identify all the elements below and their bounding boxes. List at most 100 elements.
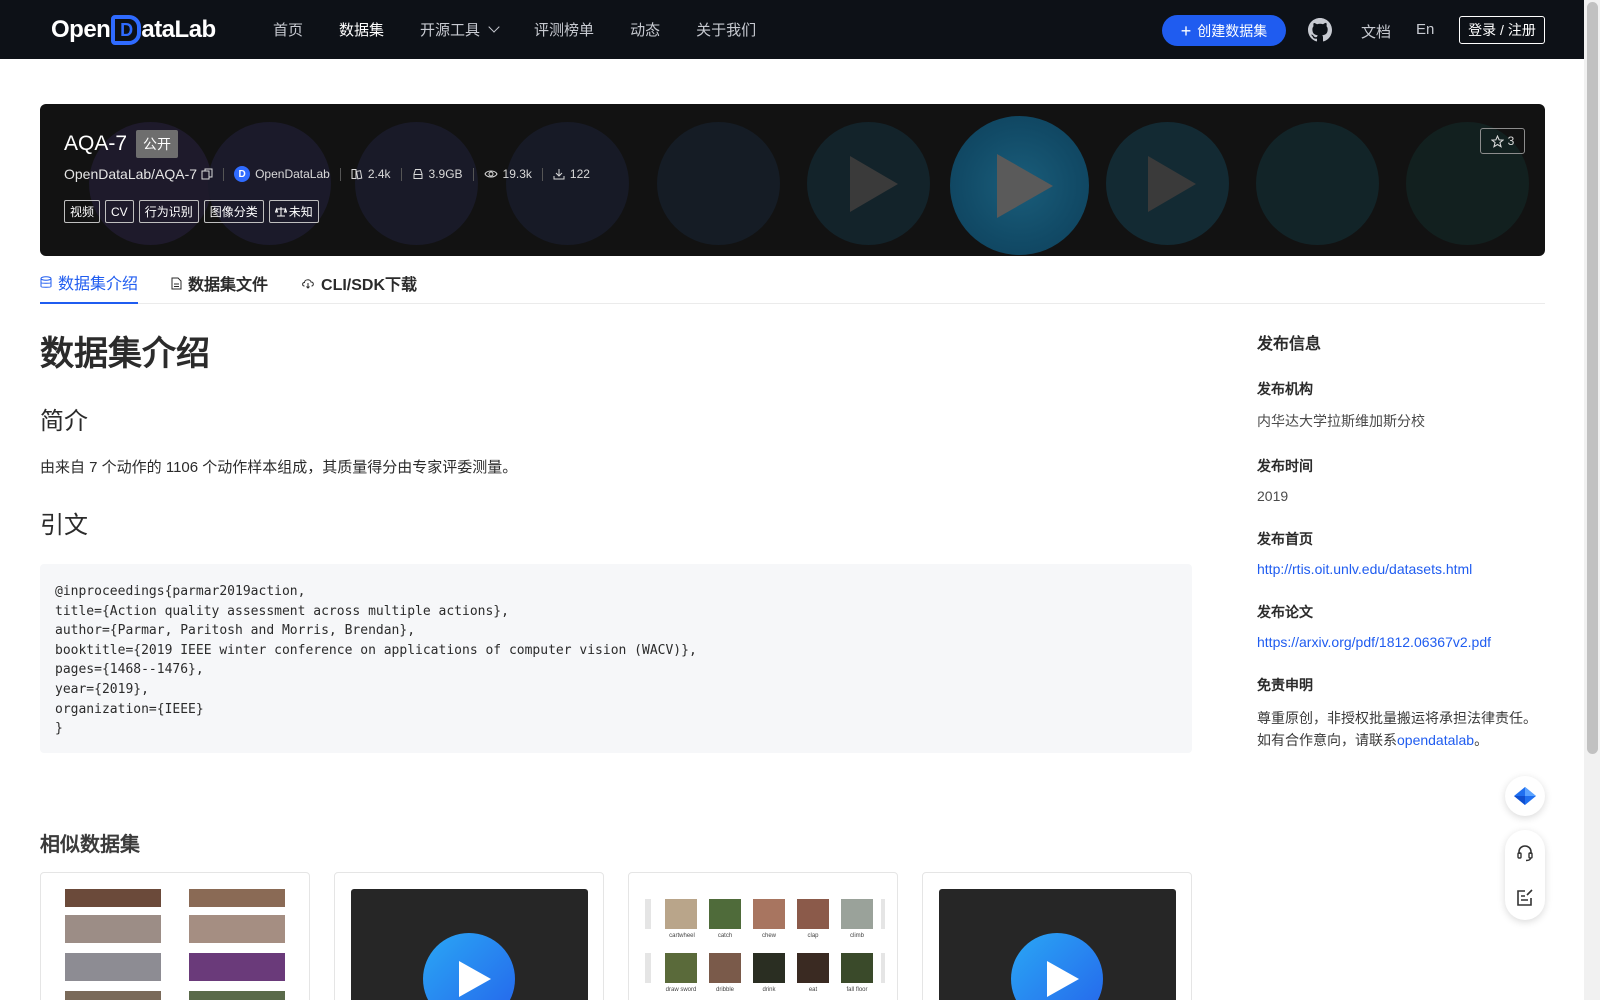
dataset-meta-row: OpenDataLab/AQA-7 D OpenDataLab 2.4k 3.9…	[64, 166, 590, 182]
similar-dataset-card[interactable]	[922, 872, 1192, 1000]
visibility-badge: 公开	[136, 130, 179, 158]
dataset-size-value: 3.9GB	[428, 167, 463, 181]
disclaimer-label: 免责申明	[1257, 677, 1313, 693]
logo-mark-icon: D	[111, 15, 142, 45]
citation-code-block: @inproceedings{parmar2019action, title={…	[40, 564, 1192, 753]
play-icon-active	[997, 154, 1053, 218]
dataset-path: OpenDataLab/AQA-7	[64, 166, 198, 182]
tag-video[interactable]: 视频	[64, 200, 101, 223]
preview-thumb-8	[1256, 122, 1379, 245]
video-thumbnail	[939, 889, 1176, 1000]
publish-info-title: 发布信息	[1257, 336, 1322, 353]
disclaimer-text: 尊重原创，非授权批量搬运将承担法律责任。 如有合作意向，请联系opendatal…	[1257, 707, 1547, 751]
file-count: 2.4k	[351, 167, 391, 181]
homepage-label: 发布首页	[1257, 531, 1313, 547]
similar-dataset-card[interactable]	[334, 872, 604, 1000]
tag-list: 视频 CV 行为识别 图像分类 未知	[64, 200, 324, 223]
nav-open-tools[interactable]: 开源工具	[420, 19, 500, 40]
thumb-label: catch	[717, 933, 733, 939]
tab-introduction-label: 数据集介绍	[58, 276, 139, 293]
customer-service-icon[interactable]	[1515, 843, 1535, 863]
tab-cli-sdk[interactable]: CLI/SDK下载	[301, 262, 417, 304]
nav-news[interactable]: 动态	[630, 19, 660, 40]
intro-heading: 简介	[40, 408, 88, 435]
divider	[339, 167, 341, 181]
tag-image-classification[interactable]: 图像分类	[203, 200, 264, 223]
contact-link[interactable]: opendatalab	[1397, 732, 1474, 748]
create-dataset-label: 创建数据集	[1197, 22, 1268, 39]
disclaimer-line-2: 如有合作意向，请联系	[1257, 732, 1397, 748]
publish-year-label: 发布时间	[1257, 458, 1313, 474]
intro-text: 由来自 7 个动作的 1106 个动作样本组成，其质量得分由专家评委测量。	[40, 459, 518, 476]
play-icon	[1011, 933, 1103, 1000]
copy-icon[interactable]	[201, 168, 213, 180]
dataset-size: 3.9GB	[412, 167, 463, 181]
publisher-value: 内华达大学拉斯维加斯分校	[1257, 413, 1425, 429]
plus-icon: +	[1180, 20, 1192, 41]
language-toggle[interactable]: En	[1416, 21, 1434, 38]
star-button[interactable]: 3	[1480, 128, 1525, 154]
license-label: 未知	[288, 205, 313, 219]
docs-link[interactable]: 文档	[1361, 21, 1391, 42]
dataset-title: AQA-7	[64, 132, 128, 155]
cloud-download-icon	[302, 279, 314, 289]
thumb-label: cartwheel	[669, 933, 695, 939]
tag-action-recognition[interactable]: 行为识别	[138, 200, 199, 223]
nav-leaderboard[interactable]: 评测榜单	[534, 19, 594, 40]
thumb-label: drink	[762, 987, 776, 993]
citation-heading: 引文	[40, 512, 88, 539]
thumb-label: chew	[761, 933, 776, 939]
star-icon	[1490, 134, 1504, 148]
similar-dataset-card[interactable]	[40, 872, 310, 1000]
view-count: 19.3k	[483, 167, 532, 181]
scrollbar-thumb[interactable]	[1587, 2, 1598, 754]
nav-datasets[interactable]: 数据集	[339, 19, 384, 40]
logo-text-open: Open	[51, 16, 111, 43]
nav-open-tools-label: 开源工具	[420, 22, 481, 39]
download-count: 122	[553, 167, 590, 181]
similar-dataset-card[interactable]: cartwheel catch chew clap climb draw swo…	[628, 872, 898, 1000]
file-count-value: 2.4k	[367, 167, 391, 181]
thumb-label: fall floor	[846, 987, 868, 993]
tab-files[interactable]: 数据集文件	[171, 262, 268, 304]
assistant-logo-icon	[1514, 787, 1536, 805]
dataset-title-row: AQA-7 公开	[64, 130, 179, 158]
thumb-label: climb	[849, 933, 864, 939]
paper-link[interactable]: https://arxiv.org/pdf/1812.06367v2.pdf	[1257, 634, 1547, 650]
github-icon[interactable]	[1308, 18, 1332, 42]
publish-year-value: 2019	[1257, 488, 1289, 504]
license-tag[interactable]: 未知	[268, 200, 319, 223]
org-logo-icon: D	[234, 166, 251, 182]
feedback-icon[interactable]	[1515, 888, 1535, 908]
publisher-org[interactable]: D OpenDataLab	[234, 166, 330, 182]
tab-introduction[interactable]: 数据集介绍	[40, 262, 139, 304]
homepage-link[interactable]: http://rtis.oit.unlv.edu/datasets.html	[1257, 561, 1547, 577]
preview-thumb-5	[657, 122, 780, 245]
tab-cli-sdk-label: CLI/SDK下载	[321, 277, 418, 294]
disk-icon	[413, 169, 423, 179]
dataset-thumbnail-1	[65, 889, 285, 1000]
publisher-label: 发布机构	[1257, 381, 1313, 397]
file-icon	[171, 277, 182, 289]
create-dataset-button[interactable]: + 创建数据集	[1162, 15, 1286, 46]
opendatalab-logo[interactable]: Open D ataLab	[51, 13, 216, 47]
dataset-description: 数据集介绍 简介 由来自 7 个动作的 1106 个动作样本组成，其质量得分由专…	[40, 320, 1192, 753]
tag-cv[interactable]: CV	[105, 200, 134, 223]
logo-text-atalab: ataLab	[141, 16, 216, 43]
nav-about[interactable]: 关于我们	[696, 19, 756, 40]
divider	[541, 167, 543, 181]
star-count: 3	[1507, 134, 1515, 148]
video-thumbnail	[351, 889, 588, 1000]
chevron-down-icon	[488, 21, 500, 33]
tab-files-label: 数据集文件	[188, 277, 269, 294]
play-icon	[850, 156, 898, 212]
top-navbar: Open D ataLab 首页 数据集 开源工具 评测榜单 动态 关于我们 +…	[0, 0, 1584, 59]
nav-home[interactable]: 首页	[273, 19, 303, 40]
thumb-label: draw sword	[665, 987, 697, 993]
dataset-tabs: 数据集介绍 数据集文件 CLI/SDK下载	[40, 262, 1545, 304]
login-register-button[interactable]: 登录 / 注册	[1459, 16, 1545, 44]
divider	[472, 167, 474, 181]
page-heading: 数据集介绍	[40, 335, 210, 373]
assistant-button[interactable]	[1505, 776, 1545, 816]
play-icon	[1148, 156, 1196, 212]
